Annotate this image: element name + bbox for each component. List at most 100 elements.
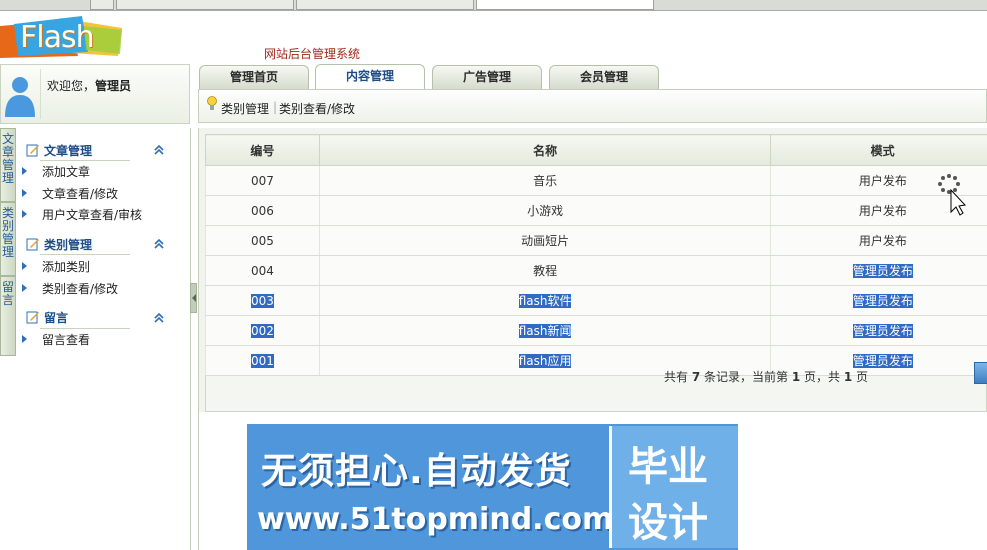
cell-name-text: 音乐: [533, 174, 558, 188]
sublink-category-view-edit[interactable]: 类别查看/修改: [279, 100, 355, 117]
cell-id-text: 002: [250, 323, 274, 338]
vtab-article[interactable]: 文章管理: [0, 128, 16, 202]
cell-mode: 管理员发布: [770, 315, 987, 346]
table-row[interactable]: 005 动画短片 用户发布: [205, 225, 987, 256]
tab-ad-management[interactable]: 广告管理: [432, 65, 542, 89]
browser-tab-active[interactable]: [476, 0, 654, 10]
edit-note-icon: [26, 238, 39, 251]
browser-tab[interactable]: [90, 0, 114, 10]
table-row[interactable]: 006 小游戏 用户发布: [205, 195, 987, 226]
menu-section-message[interactable]: 留言: [26, 309, 68, 326]
cell-id: 006: [205, 195, 320, 226]
tab-admin-home[interactable]: 管理首页: [199, 65, 309, 89]
cell-name: 音乐: [318, 165, 771, 196]
browser-tab[interactable]: [296, 0, 474, 10]
menu-section-category[interactable]: 类别管理: [26, 236, 92, 253]
vtab-label: 类别管理: [1, 206, 14, 259]
menu-section-title: 留言: [44, 311, 69, 325]
table-row[interactable]: 002 flash新闻 管理员发布: [205, 315, 987, 346]
cell-mode-text: 管理员发布: [852, 264, 913, 278]
vtab-message[interactable]: 留言: [0, 276, 16, 356]
pager-text: 条记录，当前第: [700, 370, 792, 384]
banner-slogan: 无须担心.自动发货: [261, 451, 572, 492]
column-header-name[interactable]: 名称: [318, 134, 772, 166]
browser-tab[interactable]: [116, 0, 294, 10]
cell-id-text: 003: [250, 293, 274, 308]
menu-section-title: 类别管理: [44, 238, 93, 252]
cell-mode-text: 管理员发布: [852, 294, 913, 308]
tab-label: 内容管理: [345, 69, 394, 83]
table-row[interactable]: 007 音乐 用户发布: [205, 165, 987, 196]
vtab-label: 文章管理: [1, 132, 14, 185]
sublink-category-management[interactable]: 类别管理: [221, 100, 269, 117]
cell-mode: 管理员发布: [770, 285, 987, 316]
system-title: 网站后台管理系统: [264, 47, 361, 61]
banner-badge: 毕业 设计: [609, 426, 738, 548]
cell-id: 005: [205, 225, 320, 256]
cell-name-text: flash应用: [518, 354, 572, 368]
panel-collapse-handle[interactable]: [190, 283, 197, 313]
busy-cursor-icon: [938, 174, 967, 216]
page-jump-button[interactable]: [974, 362, 987, 384]
collapse-chevron-icon[interactable]: [152, 144, 166, 156]
pager-current: 1: [791, 370, 801, 384]
arrow-right-icon: [22, 167, 27, 175]
arrow-right-icon: [22, 210, 27, 218]
cell-name-text: 小游戏: [527, 204, 564, 218]
welcome-panel: 欢迎您，管理员: [0, 64, 190, 124]
menu-section-article[interactable]: 文章管理: [26, 142, 92, 159]
cell-name: flash新闻: [318, 315, 771, 346]
cell-mode-text: 用户发布: [858, 174, 907, 188]
cell-name-text: 教程: [533, 264, 558, 278]
sublink-separator: |: [273, 100, 278, 114]
pager-pages: 1: [843, 370, 853, 384]
menu-item-user-article-review[interactable]: 用户文章查看/审核: [42, 206, 142, 223]
cell-id: 003: [205, 285, 320, 316]
cell-id: 007: [205, 165, 320, 196]
menu-item-add-category[interactable]: 添加类别: [42, 258, 90, 275]
logo-text: Flash: [20, 20, 95, 55]
menu-item-category-view-edit[interactable]: 类别查看/修改: [42, 280, 118, 297]
tab-label: 广告管理: [462, 70, 511, 84]
cell-id-text: 006: [250, 203, 274, 218]
menu-item-view-messages[interactable]: 留言查看: [42, 331, 90, 348]
edit-note-icon: [26, 311, 39, 324]
cell-mode-text: 管理员发布: [852, 324, 913, 338]
table-row[interactable]: 004 教程 管理员发布: [205, 255, 987, 286]
arrow-right-icon: [22, 262, 27, 270]
menu-item-add-article[interactable]: 添加文章: [42, 163, 90, 180]
table-row[interactable]: 001 flash应用 管理员发布: [205, 345, 987, 376]
arrow-right-icon: [22, 284, 27, 292]
welcome-prefix: 欢迎您，: [47, 79, 96, 93]
divider: [40, 160, 130, 161]
cell-name-text: flash新闻: [518, 324, 572, 338]
cell-id: 001: [205, 345, 320, 376]
pager-total: 7: [691, 370, 701, 384]
table-row[interactable]: 003 flash软件 管理员发布: [205, 285, 987, 316]
column-header-mode[interactable]: 模式: [770, 134, 987, 166]
vtab-label: 留言: [1, 280, 14, 307]
banner-badge-bottom: 设计: [628, 500, 708, 546]
cell-name-text: flash软件: [518, 294, 572, 308]
cell-id-text: 007: [250, 173, 274, 188]
tab-member-management[interactable]: 会员管理: [549, 65, 659, 89]
divider: [40, 254, 130, 255]
lightbulb-icon: [207, 96, 217, 110]
pager-text: 页，共: [800, 370, 844, 384]
collapse-chevron-icon[interactable]: [152, 312, 166, 324]
column-header-id[interactable]: 编号: [205, 134, 320, 166]
pager-text: 页: [852, 370, 869, 384]
vtab-category[interactable]: 类别管理: [0, 202, 16, 276]
collapse-chevron-icon[interactable]: [152, 238, 166, 250]
pager-text: 共有: [664, 370, 692, 384]
ad-banner[interactable]: 无须担心.自动发货 www.51topmind.com 毕业 设计: [247, 424, 738, 550]
menu-item-article-view-edit[interactable]: 文章查看/修改: [42, 185, 118, 202]
cell-id-text: 005: [250, 233, 274, 248]
tab-content-management[interactable]: 内容管理: [315, 64, 425, 90]
divider: [40, 328, 130, 329]
welcome-text: 欢迎您，管理员: [47, 77, 131, 94]
sub-nav-bar: 类别管理 | 类别查看/修改: [198, 89, 987, 123]
category-table: 编号 名称 模式 007 音乐 用户发布 006 小游戏 用户发布 005 动画…: [205, 134, 987, 376]
cell-name: 教程: [318, 255, 771, 286]
cell-mode-text: 用户发布: [858, 204, 907, 218]
